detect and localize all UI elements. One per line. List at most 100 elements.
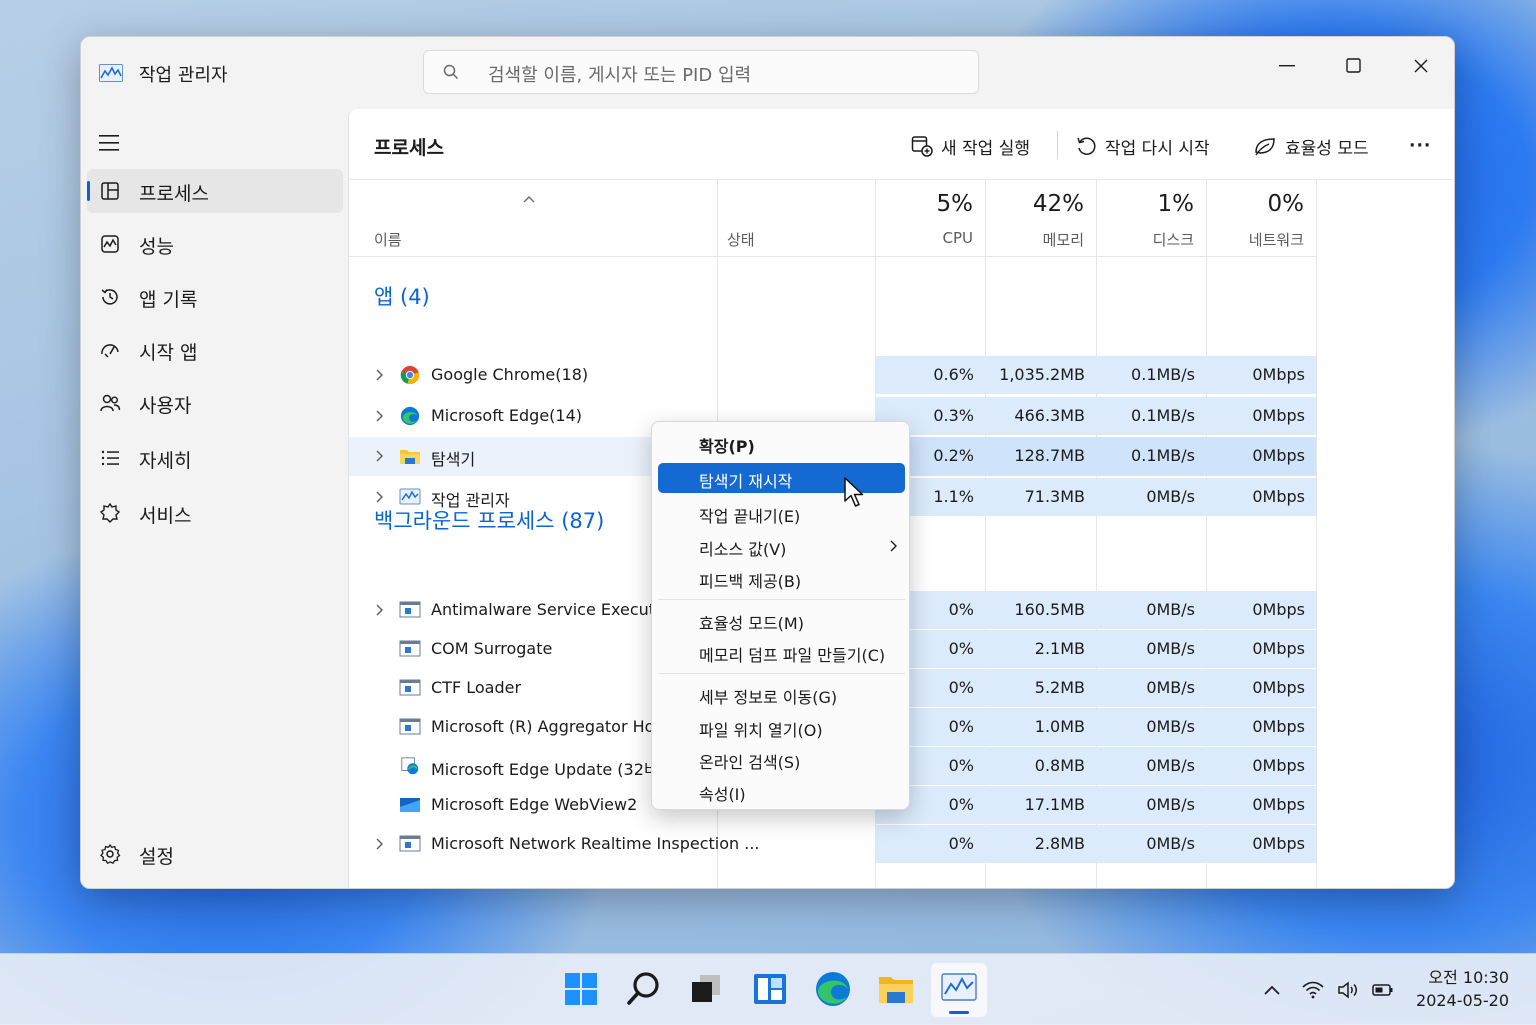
sidebar-item-users[interactable]: 사용자 (87, 381, 343, 425)
menu-item-end-task[interactable]: 작업 끝내기(E) (658, 498, 905, 528)
column-label: 네트워크 (1248, 231, 1304, 249)
close-button[interactable] (1399, 51, 1443, 81)
sidebar-item-label: 성능 (139, 236, 174, 258)
widgets-icon[interactable] (750, 969, 790, 1009)
group-header-apps[interactable]: 앱 (4) (374, 281, 430, 311)
menu-item-feedback[interactable]: 피드백 제공(B) (658, 563, 905, 593)
process-name: Microsoft Edge WebView2 (431, 795, 638, 814)
context-menu: 확장(P) 탐색기 재시작 작업 끝내기(E) 리소스 값(V) 피드백 제공(… (651, 421, 910, 810)
memory-cell: 71.3MB (985, 478, 1096, 516)
menu-item-label: 메모리 덤프 파일 만들기(C) (699, 646, 886, 665)
sidebar-item-performance[interactable]: 성능 (87, 222, 343, 266)
task-manager-app-icon (99, 64, 123, 82)
menu-item-open-file-location[interactable]: 파일 위치 열기(O) (658, 712, 905, 742)
system-clock[interactable]: 오전 10:30 2024-05-20 (1416, 966, 1509, 1012)
taskbar: 오전 10:30 2024-05-20 (0, 953, 1536, 1025)
column-header-cpu[interactable]: 5% CPU (875, 179, 985, 257)
disk-cell: 0MB/s (1096, 669, 1206, 707)
network-cell: 0Mbps (1206, 630, 1316, 668)
minimize-icon (1279, 65, 1295, 67)
sidebar-item-services[interactable]: 서비스 (87, 491, 343, 535)
sidebar-item-processes[interactable]: 프로세스 (87, 169, 343, 213)
maximize-button[interactable] (1332, 51, 1376, 81)
menu-item-create-dump[interactable]: 메모리 덤프 파일 만들기(C) (658, 637, 905, 667)
process-name: 탐색기 (431, 450, 476, 469)
expand-chevron-icon[interactable] (375, 369, 383, 381)
disk-cell: 0.1MB/s (1096, 397, 1206, 435)
expand-chevron-icon[interactable] (375, 604, 383, 616)
process-row-chrome[interactable]: Google Chrome(18) 0.6% 1,035.2MB 0.1MB/s… (349, 356, 1316, 394)
menu-item-expand[interactable]: 확장(P) (658, 428, 905, 458)
title-bar: 작업 관리자 검색할 이름, 게시자 또는 PID 입력 (81, 37, 1454, 109)
menu-item-label: 세부 정보로 이동(G) (699, 688, 838, 707)
column-label: CPU (942, 229, 974, 247)
edge-icon (400, 406, 420, 426)
column-divider (1316, 179, 1317, 888)
taskbar-task-manager-button[interactable] (931, 963, 987, 1017)
expand-chevron-icon[interactable] (375, 491, 383, 503)
services-icon (99, 502, 121, 523)
menu-item-go-to-details[interactable]: 세부 정보로 이동(G) (658, 679, 905, 709)
expand-chevron-icon[interactable] (375, 838, 383, 850)
network-cell: 0Mbps (1206, 669, 1316, 707)
group-header-background[interactable]: 백그라운드 프로세스 (87) (374, 505, 604, 535)
network-cell: 0Mbps (1206, 478, 1316, 516)
disk-cell: 0MB/s (1096, 747, 1206, 785)
task-view-icon[interactable] (687, 969, 727, 1009)
sidebar-item-details[interactable]: 자세히 (87, 436, 343, 480)
column-header-network[interactable]: 0% 네트워크 (1206, 179, 1316, 257)
minimize-button[interactable] (1265, 51, 1309, 81)
windows-start-icon[interactable] (561, 969, 601, 1009)
column-header-memory[interactable]: 42% 메모리 (985, 179, 1096, 257)
sidebar-item-startup-apps[interactable]: 시작 앱 (87, 328, 343, 372)
column-header-name[interactable]: 이름 (349, 179, 717, 257)
column-percent: 42% (1032, 191, 1084, 217)
restart-task-button[interactable]: 작업 다시 시작 (1075, 131, 1210, 161)
menu-item-resource-values[interactable]: 리소스 값(V) (658, 531, 905, 561)
wifi-icon[interactable] (1302, 980, 1324, 1000)
disk-cell: 0MB/s (1096, 478, 1206, 516)
hamburger-menu-icon[interactable] (99, 135, 121, 151)
file-explorer-icon[interactable] (876, 969, 916, 1009)
network-cell: 0Mbps (1206, 708, 1316, 746)
column-header-disk[interactable]: 1% 디스크 (1096, 179, 1206, 257)
menu-item-label: 효율성 모드(M) (699, 614, 804, 633)
search-input[interactable]: 검색할 이름, 게시자 또는 PID 입력 (423, 50, 979, 94)
search-icon[interactable] (624, 969, 664, 1009)
menu-item-search-online[interactable]: 온라인 검색(S) (658, 744, 905, 774)
expand-chevron-icon[interactable] (375, 410, 383, 422)
process-name: Microsoft Network Realtime Inspection ..… (431, 834, 760, 853)
menu-item-properties[interactable]: 속성(I) (658, 776, 905, 806)
expand-chevron-icon[interactable] (375, 450, 383, 462)
more-options-button[interactable]: ··· (1409, 131, 1431, 161)
sidebar-item-settings[interactable]: 설정 (87, 832, 343, 876)
file-explorer-folder-icon (400, 450, 420, 464)
network-cell: 0Mbps (1206, 397, 1316, 435)
menu-item-efficiency-mode[interactable]: 효율성 모드(M) (658, 605, 905, 635)
volume-icon[interactable] (1337, 980, 1359, 1000)
new-task-button[interactable]: 새 작업 실행 (911, 131, 1030, 161)
column-percent: 0% (1267, 191, 1305, 217)
more-icon: ··· (1409, 136, 1432, 156)
network-cell: 0Mbps (1206, 747, 1316, 785)
sidebar-item-app-history[interactable]: 앱 기록 (87, 275, 343, 319)
app-window-icon (399, 640, 421, 657)
sidebar-item-label: 프로세스 (139, 183, 209, 205)
column-header-status[interactable]: 상태 (717, 179, 875, 257)
efficiency-mode-button[interactable]: 효율성 모드 (1253, 131, 1369, 161)
battery-icon[interactable] (1372, 980, 1394, 1000)
disk-cell: 0MB/s (1096, 825, 1206, 863)
new-task-label: 새 작업 실행 (941, 138, 1031, 159)
memory-cell: 17.1MB (985, 786, 1096, 824)
show-hidden-icons-chevron-icon[interactable] (1261, 980, 1283, 1000)
menu-item-label: 작업 끝내기(E) (699, 507, 801, 526)
column-label: 메모리 (1042, 231, 1084, 249)
menu-item-restart-explorer[interactable]: 탐색기 재시작 (658, 463, 905, 493)
memory-cell: 0.8MB (985, 747, 1096, 785)
edge-browser-icon[interactable] (813, 969, 853, 1009)
clock-date: 2024-05-20 (1416, 991, 1509, 1010)
memory-cell: 5.2MB (985, 669, 1096, 707)
process-row[interactable]: Microsoft Network Realtime Inspection ..… (349, 825, 1316, 863)
edge-update-icon (401, 757, 419, 775)
network-cell: 0Mbps (1206, 786, 1316, 824)
